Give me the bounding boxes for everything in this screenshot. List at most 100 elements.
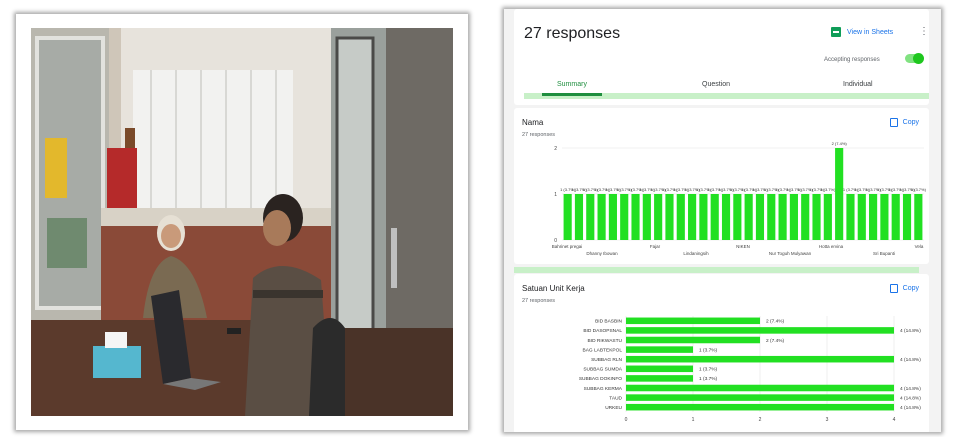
- category-label: BID DASOPSNAL: [583, 328, 622, 334]
- nama-question-card: Nama 27 responses Copy 0121 (3.7%) 1 (3.7…: [514, 108, 929, 264]
- x-tick-label: 0: [625, 417, 628, 423]
- bar: [880, 194, 889, 240]
- bar: [914, 194, 923, 240]
- bar-data-label: 4 (14.8%): [900, 386, 921, 392]
- bar-data-label: 4 (14.8%): [900, 357, 921, 363]
- bar: [846, 194, 855, 240]
- category-label: BID BASBIN: [595, 319, 622, 325]
- x-tick-label: Fajar: [650, 244, 661, 249]
- x-tick-label: 1: [692, 417, 695, 423]
- x-tick-label: Lindaningsih: [683, 251, 709, 256]
- bar: [902, 194, 912, 240]
- bar: [733, 194, 742, 240]
- nama-bar-chart: 0121 (3.7%)1 (3.7%)1 (3.7%)1 (3.7%)1 (3.…: [552, 141, 927, 256]
- view-in-sheets-button[interactable]: View in Sheets: [831, 27, 893, 37]
- category-label: SUBBAG KERMA: [584, 386, 623, 392]
- x-tick-label: Bahrinet pregai: [552, 244, 583, 249]
- bar: [755, 194, 765, 240]
- bar: [563, 194, 572, 240]
- bar: [823, 194, 832, 240]
- x-tick-label: Vela: [915, 244, 924, 249]
- bar-data-label: 2 (7.4%): [766, 338, 785, 344]
- category-label: TAUD: [609, 395, 622, 401]
- bar-data-label: 1 (3.7%): [820, 187, 836, 192]
- bar: [767, 194, 776, 240]
- bar: [608, 194, 617, 240]
- office-photo: [31, 28, 453, 416]
- category-label: URKEU: [605, 405, 622, 411]
- x-tick-label: NIKEN: [736, 244, 750, 249]
- bar: [891, 194, 900, 240]
- bar-data-label: 1 (3.7%): [911, 187, 927, 192]
- accepting-responses-label: Accepting responses: [824, 57, 880, 63]
- y-tick-label: 2: [554, 146, 557, 152]
- x-tick-label: 4: [893, 417, 896, 423]
- x-tick-label: 2: [759, 417, 762, 423]
- tab-individual[interactable]: Individual: [843, 81, 873, 88]
- category-label: BID RIKWASTU: [588, 338, 623, 344]
- bar: [654, 194, 663, 240]
- view-in-sheets-label: View in Sheets: [847, 28, 894, 36]
- y-tick-label: 1: [554, 192, 557, 198]
- bar: [626, 317, 760, 325]
- sheets-icon: [831, 27, 841, 37]
- bar: [710, 194, 719, 240]
- x-tick-label: Sri Bupanti: [873, 251, 895, 256]
- bar: [626, 336, 760, 344]
- bar: [699, 194, 708, 240]
- bar: [626, 346, 693, 353]
- bar: [744, 194, 753, 240]
- bar: [620, 194, 629, 240]
- responses-header: 27 responses View in Sheets ⋮ Accepting …: [514, 9, 929, 105]
- x-tick-label: Nur Toguh Mulyawan: [769, 251, 812, 256]
- bar-data-label: 2 (7.4%): [832, 141, 848, 146]
- category-label: BAG LABTEKPOL: [583, 347, 623, 353]
- accepting-responses-toggle[interactable]: [905, 53, 924, 64]
- bar: [626, 403, 894, 411]
- more-vert-icon[interactable]: ⋮: [919, 26, 929, 37]
- bar-data-label: 1 (3.7%): [699, 367, 718, 373]
- bar: [626, 394, 894, 401]
- section-divider: [514, 267, 919, 273]
- tab-question[interactable]: Question: [702, 81, 730, 88]
- category-label: SUBBAG SUMDA: [583, 367, 622, 373]
- bar: [586, 194, 595, 240]
- x-tick-label: Dhanny Ibowan: [586, 251, 618, 256]
- bar-data-label: 4 (14.8%): [900, 395, 921, 401]
- bar: [869, 194, 878, 240]
- photo-frame: [16, 14, 468, 430]
- bar: [597, 194, 606, 240]
- bar: [778, 194, 787, 240]
- unit-kerja-question-card: Satuan Unit Kerja 27 responses Copy 0123…: [514, 274, 929, 432]
- bar: [857, 194, 866, 240]
- unit-kerja-bar-chart: 0 1 2 3 4 BID BASBIN 2 (7.4%) BID DASOPSNAL 4 (1…: [579, 316, 921, 423]
- tab-summary[interactable]: Summary: [557, 81, 587, 88]
- bar: [626, 327, 894, 334]
- bar-data-label: 1 (3.7%): [699, 347, 718, 353]
- bar: [626, 375, 693, 382]
- bar-data-label: 4 (14.8%): [900, 328, 921, 334]
- bar: [626, 355, 894, 363]
- bar-data-label: 4 (14.8%): [900, 405, 921, 411]
- bar: [835, 148, 844, 240]
- responses-title: 27 responses: [524, 25, 621, 42]
- office-photo-illustration: [31, 28, 453, 416]
- bar: [676, 194, 685, 240]
- category-label: SUBBAG RLN: [591, 357, 622, 363]
- x-tick-label: Hotta ervina: [819, 244, 844, 249]
- bar: [626, 384, 894, 392]
- bar: [665, 194, 674, 240]
- bar: [789, 194, 798, 240]
- tab-active-indicator: [542, 93, 602, 96]
- category-label: SUBBAG DOKINFO: [579, 376, 622, 382]
- bar: [812, 194, 821, 240]
- bar: [626, 365, 693, 373]
- bar: [801, 194, 810, 240]
- bar: [721, 194, 731, 240]
- forms-responses-panel: 27 responses View in Sheets ⋮ Accepting …: [504, 9, 941, 432]
- bar-data-label: 2 (7.4%): [766, 319, 785, 325]
- bar: [642, 194, 651, 240]
- bar: [631, 194, 640, 240]
- bar-data-label: 1 (3.7%): [699, 376, 718, 382]
- bar: [574, 194, 584, 240]
